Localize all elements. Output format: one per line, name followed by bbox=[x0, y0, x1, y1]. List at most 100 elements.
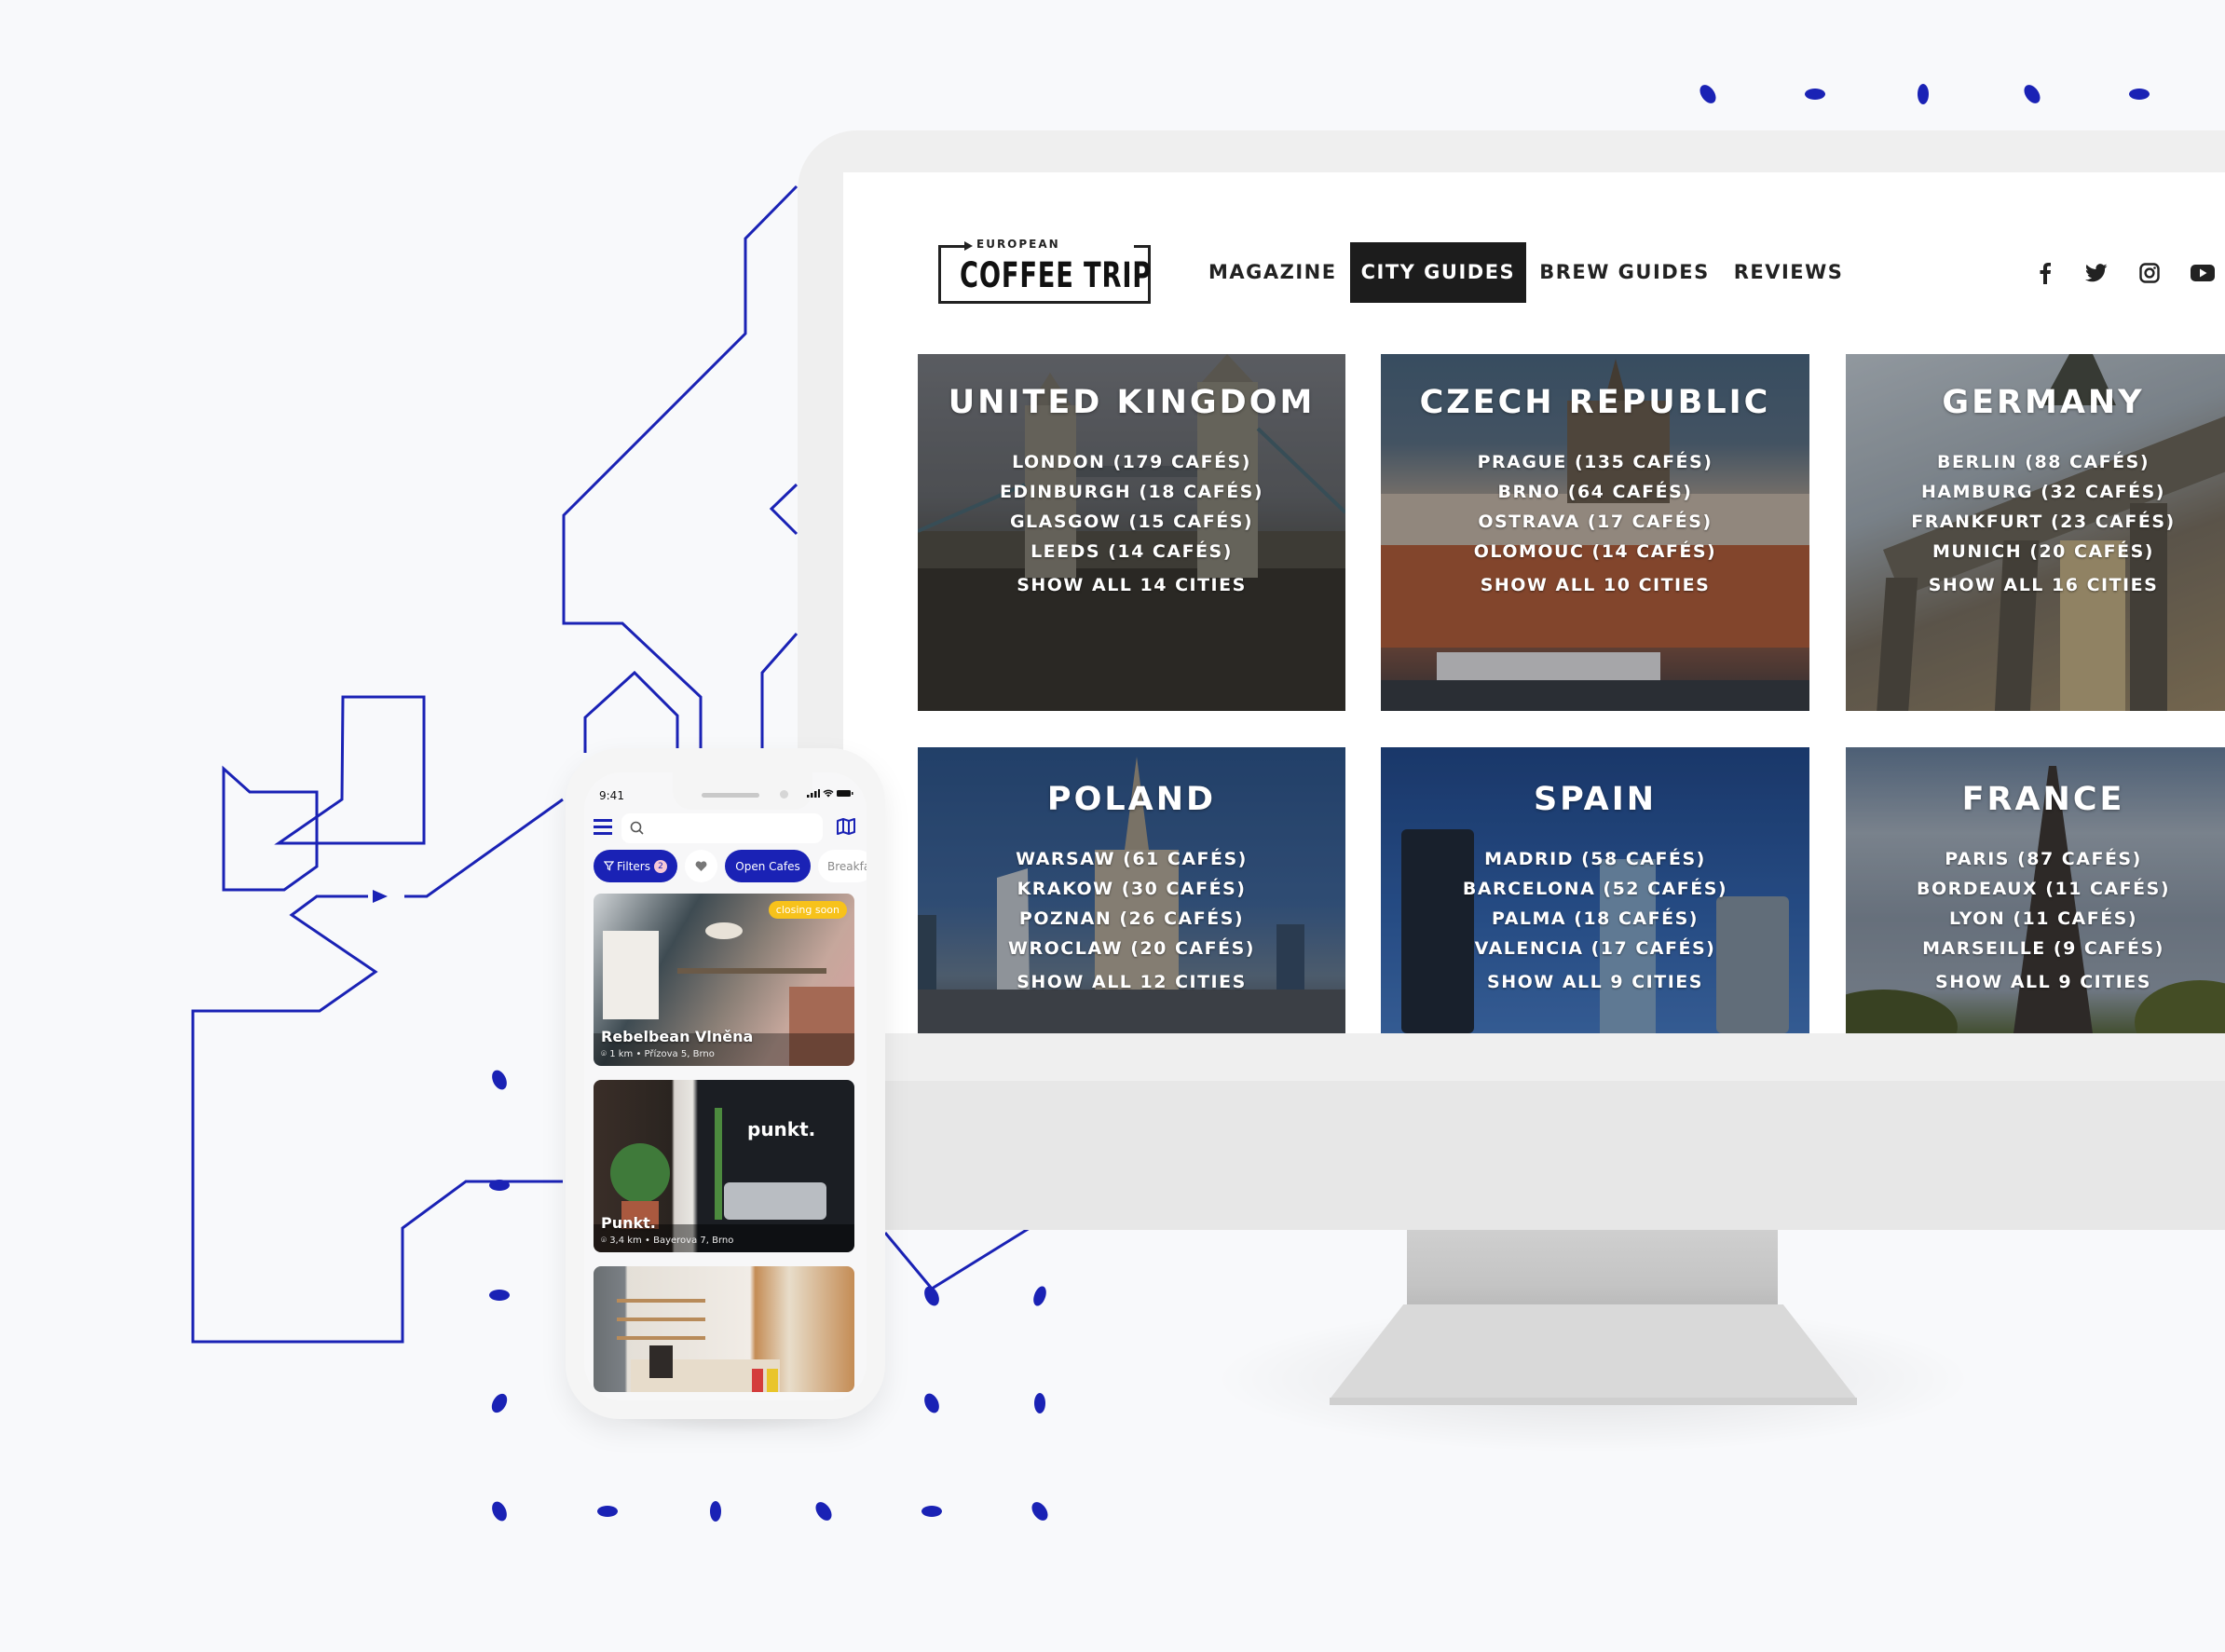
website-screen: EUROPEAN COFFEE TRIP MAGAZINE CITY GUIDE… bbox=[843, 172, 2225, 1033]
open-cafes-chip[interactable]: Open Cafes bbox=[725, 850, 811, 882]
nav-city-guides[interactable]: CITY GUIDES bbox=[1349, 242, 1527, 303]
city-link[interactable]: WROCLAW (20 CAFÉS) bbox=[918, 934, 1345, 963]
city-link[interactable]: HAMBURG (32 CAFÉS) bbox=[1846, 477, 2225, 507]
nav-magazine[interactable]: MAGAZINE bbox=[1197, 242, 1348, 303]
cafe-card[interactable]: closing soon Rebelbean Vlněna ⌾ 1 km • P… bbox=[594, 894, 854, 1066]
show-all-cities-link[interactable]: SHOW ALL 9 CITIES bbox=[1846, 972, 2225, 992]
city-list: WARSAW (61 CAFÉS) KRAKOW (30 CAFÉS) POZN… bbox=[918, 844, 1345, 963]
cafe-distance: 3,4 km bbox=[609, 1236, 642, 1246]
map-view-icon[interactable] bbox=[837, 817, 855, 840]
cafe-name: Rebelbean Vlněna bbox=[601, 1028, 754, 1045]
city-link[interactable]: BORDEAUX (11 CAFÉS) bbox=[1846, 874, 2225, 904]
show-all-cities-link[interactable]: SHOW ALL 12 CITIES bbox=[918, 972, 1345, 992]
dot bbox=[921, 1506, 942, 1517]
site-logo[interactable]: EUROPEAN COFFEE TRIP bbox=[938, 238, 1151, 304]
city-link[interactable]: KRAKOW (30 CAFÉS) bbox=[918, 874, 1345, 904]
monitor-stand-base-edge bbox=[1330, 1398, 1857, 1405]
filters-count-badge: 2 bbox=[653, 859, 667, 873]
dot bbox=[492, 1070, 507, 1090]
open-cafes-label: Open Cafes bbox=[735, 859, 800, 873]
city-link[interactable]: EDINBURGH (18 CAFÉS) bbox=[918, 477, 1345, 507]
city-link[interactable]: POZNAN (26 CAFÉS) bbox=[918, 904, 1345, 934]
city-link[interactable]: LYON (11 CAFÉS) bbox=[1846, 904, 2225, 934]
phone-speaker bbox=[702, 793, 759, 798]
logo-tagline: EUROPEAN bbox=[976, 238, 1060, 251]
location-pin-icon: ⌾ bbox=[601, 1236, 610, 1246]
city-list: MADRID (58 CAFÉS) BARCELONA (52 CAFÉS) P… bbox=[1381, 844, 1809, 963]
dot bbox=[924, 1286, 939, 1306]
nav-reviews[interactable]: REVIEWS bbox=[1723, 242, 1855, 303]
dot bbox=[492, 1501, 507, 1522]
city-list: BERLIN (88 CAFÉS) HAMBURG (32 CAFÉS) FRA… bbox=[1846, 447, 2225, 567]
youtube-icon[interactable] bbox=[2189, 259, 2217, 287]
status-time: 9:41 bbox=[599, 789, 624, 802]
phone-camera bbox=[780, 790, 788, 799]
country-name: UNITED KINGDOM bbox=[948, 384, 1316, 421]
dot bbox=[710, 1501, 721, 1522]
city-link[interactable]: PRAGUE (135 CAFÉS) bbox=[1381, 447, 1809, 477]
dot bbox=[1031, 1502, 1048, 1521]
favorites-chip[interactable] bbox=[685, 850, 717, 882]
city-link[interactable]: LEEDS (14 CAFÉS) bbox=[918, 537, 1345, 567]
city-link[interactable]: PARIS (87 CAFÉS) bbox=[1846, 844, 2225, 874]
heart-icon bbox=[695, 860, 707, 871]
city-link[interactable]: BARCELONA (52 CAFÉS) bbox=[1381, 874, 1809, 904]
instagram-icon[interactable] bbox=[2136, 259, 2164, 287]
nav-brew-guides[interactable]: BREW GUIDES bbox=[1528, 242, 1721, 303]
breakfast-chip[interactable]: Breakfast bbox=[818, 850, 867, 882]
city-link[interactable]: OSTRAVA (17 CAFÉS) bbox=[1381, 507, 1809, 537]
map-line-north bbox=[562, 184, 799, 753]
city-link[interactable]: BRNO (64 CAFÉS) bbox=[1381, 477, 1809, 507]
city-link[interactable]: MUNICH (20 CAFÉS) bbox=[1846, 537, 2225, 567]
facebook-icon[interactable] bbox=[2031, 259, 2059, 287]
city-link[interactable]: PALMA (18 CAFÉS) bbox=[1381, 904, 1809, 934]
show-all-cities-link[interactable]: SHOW ALL 14 CITIES bbox=[918, 575, 1345, 595]
city-link[interactable]: LONDON (179 CAFÉS) bbox=[918, 447, 1345, 477]
country-tile-germany[interactable]: GERMANY BERLIN (88 CAFÉS) HAMBURG (32 CA… bbox=[1846, 354, 2225, 711]
phone-mockup: 9:41 Filters 2 Open Cafes Breakfast bbox=[566, 748, 885, 1419]
city-link[interactable]: MADRID (58 CAFÉS) bbox=[1381, 844, 1809, 874]
filters-chip[interactable]: Filters 2 bbox=[594, 850, 677, 882]
wifi-icon bbox=[823, 789, 834, 798]
map-line-inlet bbox=[583, 670, 679, 753]
dot bbox=[1033, 1286, 1046, 1306]
city-link[interactable]: OLOMOUC (14 CAFÉS) bbox=[1381, 537, 1809, 567]
logo-rule-left bbox=[938, 245, 964, 248]
cafe-name: Punkt. bbox=[601, 1214, 656, 1232]
country-tile-poland[interactable]: POLAND WARSAW (61 CAFÉS) KRAKOW (30 CAFÉ… bbox=[918, 747, 1345, 1033]
dot bbox=[489, 1180, 510, 1191]
country-tile-united-kingdom[interactable]: UNITED KINGDOM LONDON (179 CAFÉS) EDINBU… bbox=[918, 354, 1345, 711]
city-link[interactable]: MARSEILLE (9 CAFÉS) bbox=[1846, 934, 2225, 963]
country-tile-france[interactable]: FRANCE PARIS (87 CAFÉS) BORDEAUX (11 CAF… bbox=[1846, 747, 2225, 1033]
dot bbox=[491, 1393, 508, 1413]
dot bbox=[2129, 89, 2150, 100]
cafe-location: ⌾ 1 km • Přízova 5, Brno bbox=[601, 1049, 715, 1059]
show-all-cities-link[interactable]: SHOW ALL 10 CITIES bbox=[1381, 575, 1809, 595]
cafe-address: Bayerova 7, Brno bbox=[653, 1236, 734, 1246]
hamburger-menu-icon[interactable] bbox=[594, 817, 614, 838]
cafe-card[interactable] bbox=[594, 1266, 854, 1392]
city-link[interactable]: WARSAW (61 CAFÉS) bbox=[918, 844, 1345, 874]
twitter-icon[interactable] bbox=[2082, 259, 2110, 287]
city-link[interactable]: FRANKFURT (23 CAFÉS) bbox=[1846, 507, 2225, 537]
country-tile-czech-republic[interactable]: CZECH REPUBLIC PRAGUE (135 CAFÉS) BRNO (… bbox=[1381, 354, 1809, 711]
signal-icon bbox=[807, 789, 820, 798]
dot bbox=[1918, 84, 1929, 104]
show-all-cities-link[interactable]: SHOW ALL 16 CITIES bbox=[1846, 575, 2225, 595]
show-all-cities-link[interactable]: SHOW ALL 9 CITIES bbox=[1381, 972, 1809, 992]
dot bbox=[815, 1502, 832, 1521]
dot bbox=[1805, 89, 1825, 100]
city-link[interactable]: BERLIN (88 CAFÉS) bbox=[1846, 447, 2225, 477]
city-link[interactable]: VALENCIA (17 CAFÉS) bbox=[1381, 934, 1809, 963]
cafe-location: ⌾ 3,4 km • Bayerova 7, Brno bbox=[601, 1236, 734, 1246]
map-line-route bbox=[404, 798, 564, 898]
country-tile-spain[interactable]: SPAIN MADRID (58 CAFÉS) BARCELONA (52 CA… bbox=[1381, 747, 1809, 1033]
search-icon bbox=[630, 821, 644, 835]
cafe-distance: 1 km bbox=[609, 1049, 634, 1059]
city-list: LONDON (179 CAFÉS) EDINBURGH (18 CAFÉS) … bbox=[918, 447, 1345, 567]
city-link[interactable]: GLASGOW (15 CAFÉS) bbox=[918, 507, 1345, 537]
country-name: GERMANY bbox=[1942, 384, 2145, 421]
monitor-stand-base bbox=[1330, 1304, 1857, 1403]
cafe-card[interactable]: punkt. Punkt. ⌾ 3,4 km • Bayerova 7, Brn… bbox=[594, 1080, 854, 1252]
search-input[interactable] bbox=[621, 813, 823, 843]
